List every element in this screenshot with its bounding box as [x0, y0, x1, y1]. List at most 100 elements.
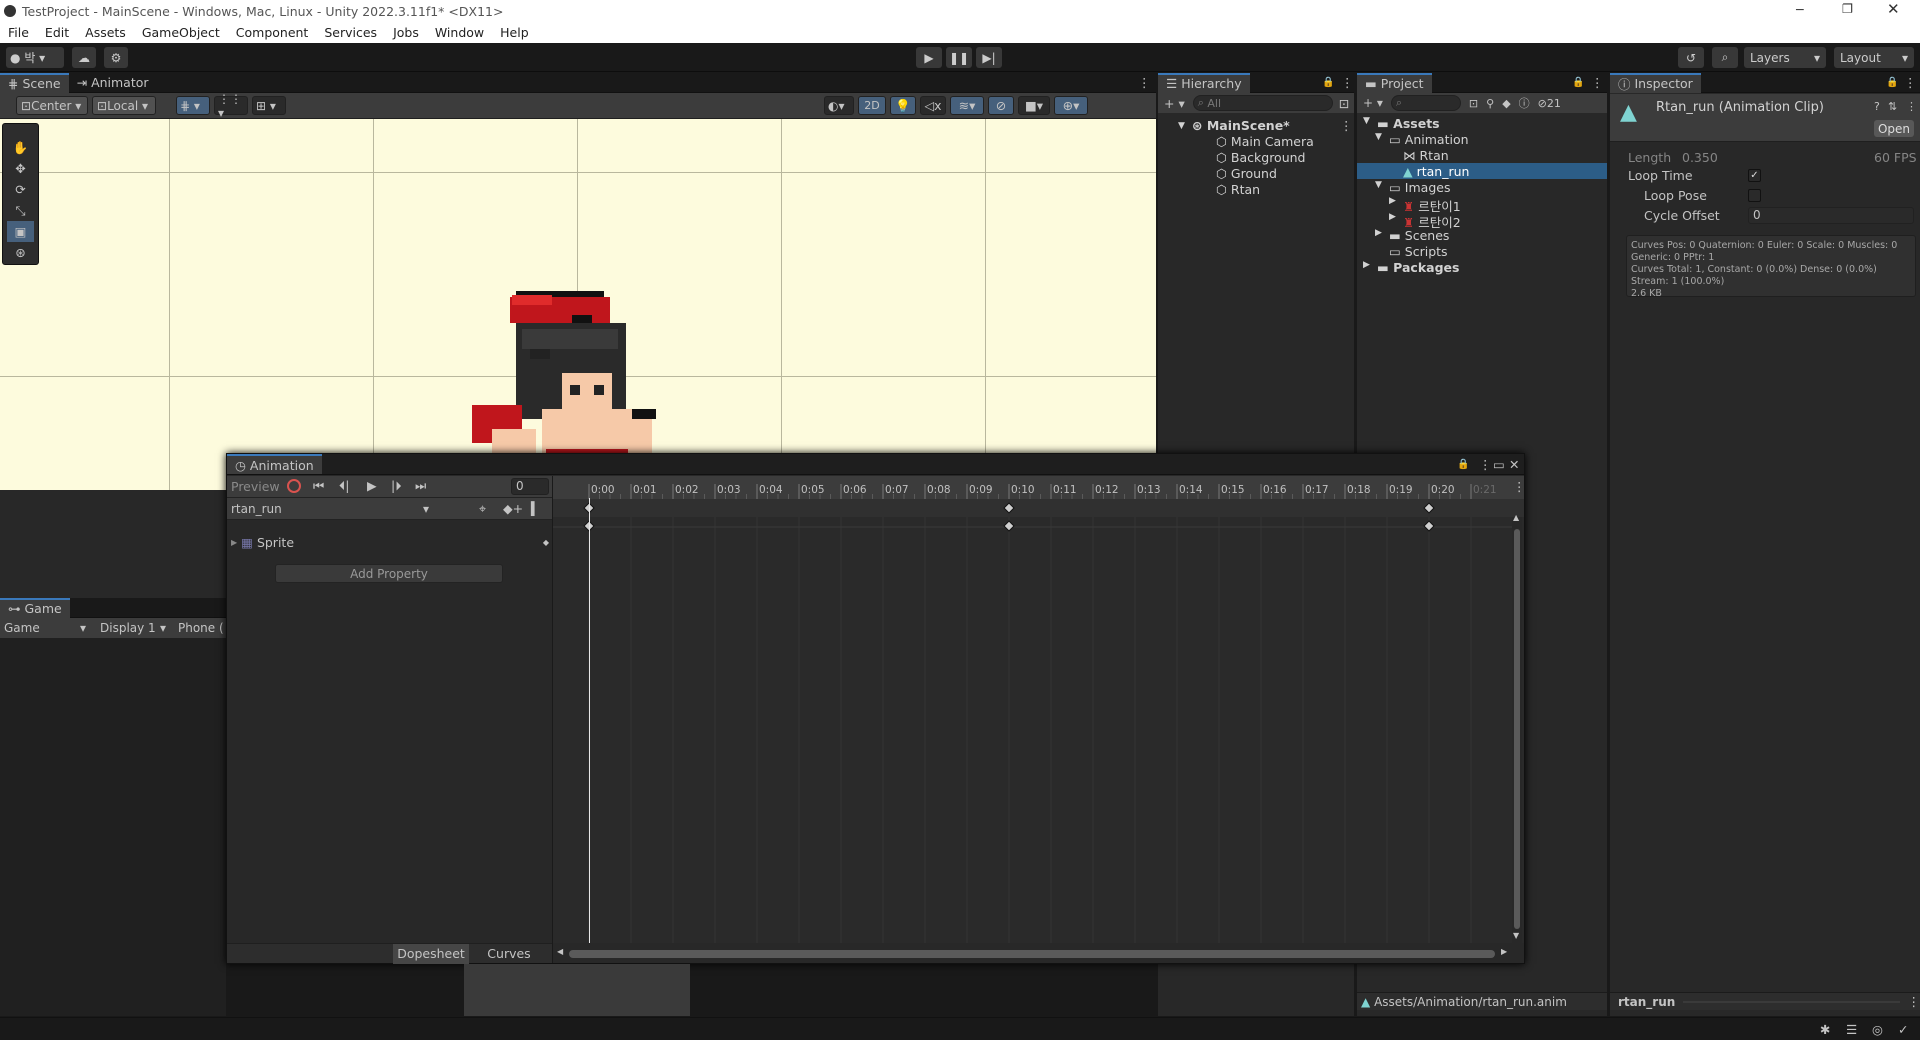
timeline-ruler[interactable]: 0:00 0:01 0:02 0:03 0:04 0:05 0:06 0:07 0:08 0:09…: [553, 476, 1526, 499]
scene-root[interactable]: ▼ ⊛ MainScene*: [1178, 118, 1290, 133]
frame-input[interactable]: 0: [511, 478, 549, 495]
more-options-icon[interactable]: ⋮: [1904, 75, 1917, 90]
visibility-toggle[interactable]: ⊘: [988, 96, 1014, 115]
tab-project[interactable]: ▬ Project: [1357, 72, 1432, 93]
draw-mode-dropdown[interactable]: ◐▾: [824, 96, 854, 115]
keyframe-diamond[interactable]: [1423, 520, 1435, 532]
check-icon[interactable]: ✓: [1898, 1022, 1908, 1037]
menu-window[interactable]: Window: [435, 25, 484, 40]
scroll-left-icon[interactable]: ◀: [557, 947, 563, 956]
keyframe-filter-icon[interactable]: ⌖: [479, 501, 486, 517]
2d-toggle[interactable]: 2D: [858, 96, 886, 115]
move-tool[interactable]: ✥: [7, 158, 34, 179]
more-options-icon[interactable]: ⋮: [1513, 479, 1526, 494]
menu-help[interactable]: Help: [500, 25, 529, 40]
scale-tool[interactable]: ⤡: [7, 200, 34, 221]
add-icon[interactable]: + ▾: [1164, 96, 1185, 111]
pivot-dropdown[interactable]: ⊡ Center ▾: [16, 96, 88, 115]
lock-icon[interactable]: 🔒: [1886, 77, 1898, 88]
close-icon[interactable]: ✕: [1509, 457, 1519, 472]
undo-history-button[interactable]: ↺: [1678, 47, 1704, 68]
tab-animator[interactable]: ⇥ Animator: [69, 73, 157, 93]
playhead[interactable]: [589, 498, 590, 943]
keyframe-diamond[interactable]: [1003, 502, 1015, 514]
search-button[interactable]: ⌕: [1712, 47, 1738, 68]
resolution-dropdown[interactable]: Phone (: [170, 621, 224, 635]
open-button[interactable]: Open: [1874, 120, 1914, 137]
effects-toggle[interactable]: ≋▾: [950, 96, 984, 115]
lock-icon[interactable]: 🔒: [1322, 77, 1334, 88]
play-button[interactable]: ▶: [916, 47, 942, 68]
project-folder-scripts[interactable]: ▭ Scripts: [1389, 244, 1448, 259]
lock-icon[interactable]: 🔒: [1572, 77, 1584, 88]
cache-icon[interactable]: ☰: [1846, 1022, 1857, 1037]
record-button[interactable]: [287, 479, 301, 493]
play-icon[interactable]: ▶: [367, 478, 377, 493]
step-button[interactable]: ▶|: [976, 47, 1002, 68]
scroll-up-icon[interactable]: ▲: [1513, 513, 1519, 522]
project-folder-animation[interactable]: ▼ ▭ Animation: [1375, 132, 1469, 147]
last-key-icon[interactable]: ⏭: [415, 478, 426, 494]
more-options-icon[interactable]: ⋮: [1341, 75, 1354, 90]
grid-toggle[interactable]: ⋕ ▾: [176, 96, 210, 115]
project-search-input[interactable]: ⌕: [1390, 95, 1461, 111]
hierarchy-item-rtan[interactable]: ⬡ Rtan: [1216, 182, 1260, 197]
transform-tool[interactable]: ⊛: [7, 242, 34, 263]
tab-scene[interactable]: ⋕ Scene: [0, 72, 69, 93]
project-item-rtan-run[interactable]: ▲ rtan_run: [1403, 164, 1469, 179]
prev-key-icon[interactable]: ⏴|: [339, 478, 349, 494]
keyframe-diamond[interactable]: [1423, 502, 1435, 514]
project-folder-assets[interactable]: ▼ ▬ Assets: [1363, 116, 1440, 131]
menu-component[interactable]: Component: [236, 25, 309, 40]
vertical-scroll-thumb[interactable]: [1514, 529, 1520, 929]
tag-icon[interactable]: ◆: [1502, 97, 1510, 110]
loop-time-checkbox[interactable]: ✓: [1748, 169, 1761, 182]
gizmos-dropdown[interactable]: ⊕▾: [1054, 96, 1088, 115]
menu-services[interactable]: Services: [324, 25, 377, 40]
add-property-button[interactable]: Add Property: [275, 564, 503, 583]
search-by-label-icon[interactable]: ⚲: [1486, 97, 1494, 110]
horizontal-scroll-thumb[interactable]: [569, 950, 1495, 958]
more-options-icon[interactable]: ⋮: [1340, 118, 1353, 133]
tab-inspector[interactable]: ⓘ Inspector: [1610, 72, 1701, 93]
camera-dropdown[interactable]: ■▾: [1018, 96, 1050, 115]
next-key-icon[interactable]: |⏵: [391, 478, 401, 494]
project-folder-scenes[interactable]: ▶ ▬ Scenes: [1375, 228, 1449, 243]
horizontal-scrollbar[interactable]: ◀ ▶: [553, 947, 1513, 961]
bug-icon[interactable]: ✱: [1820, 1022, 1830, 1037]
project-item-rtan-controller[interactable]: ⋈ Rtan: [1403, 148, 1449, 163]
preset-icon[interactable]: ⇅: [1888, 100, 1897, 113]
menu-assets[interactable]: Assets: [85, 25, 126, 40]
audio-toggle[interactable]: ◁x: [920, 96, 946, 115]
curves-tab[interactable]: Curves: [471, 944, 547, 964]
hierarchy-item-main-camera[interactable]: ⬡ Main Camera: [1216, 134, 1314, 149]
rect-tool[interactable]: ▣: [7, 221, 34, 242]
add-icon[interactable]: + ▾: [1363, 96, 1383, 110]
clip-dropdown[interactable]: rtan_run ▾: [229, 500, 433, 518]
vertical-scrollbar[interactable]: ▲ ▼: [1512, 513, 1522, 943]
account-dropdown[interactable]: ● 박 ▾: [6, 47, 64, 68]
layout-dropdown[interactable]: Layout ▾: [1834, 47, 1914, 68]
maximize-icon[interactable]: ▭: [1493, 457, 1505, 472]
more-options-icon[interactable]: ⋮: [1479, 457, 1492, 472]
restore-icon[interactable]: ❐: [1842, 1, 1853, 16]
preview-toggle[interactable]: Preview: [231, 479, 280, 494]
lock-icon[interactable]: 🔒: [1457, 459, 1469, 470]
hidden-packages-icon[interactable]: ⊘: [1538, 97, 1547, 110]
cycle-offset-input[interactable]: 0: [1748, 207, 1914, 224]
add-event-icon[interactable]: ▍: [531, 501, 541, 516]
keyframe-diamond[interactable]: [1003, 520, 1015, 532]
project-folder-images[interactable]: ▼ ▭ Images: [1375, 180, 1450, 195]
loop-pose-checkbox[interactable]: [1748, 189, 1761, 202]
scroll-down-icon[interactable]: ▼: [1513, 931, 1519, 940]
filter-icon[interactable]: ⊡: [1339, 96, 1349, 111]
close-window-icon[interactable]: ✕: [1887, 0, 1900, 18]
more-options-icon[interactable]: ⋮: [1591, 75, 1604, 90]
game-view-dropdown[interactable]: Game ▾: [0, 621, 90, 635]
space-dropdown[interactable]: ⊡ Local ▾: [92, 96, 156, 115]
scene-viewport[interactable]: [0, 119, 1156, 490]
rotate-tool[interactable]: ⟳: [7, 179, 34, 200]
menu-file[interactable]: File: [8, 25, 29, 40]
search-by-type-icon[interactable]: ⊡: [1469, 97, 1478, 110]
first-key-icon[interactable]: ⏮: [313, 478, 324, 494]
